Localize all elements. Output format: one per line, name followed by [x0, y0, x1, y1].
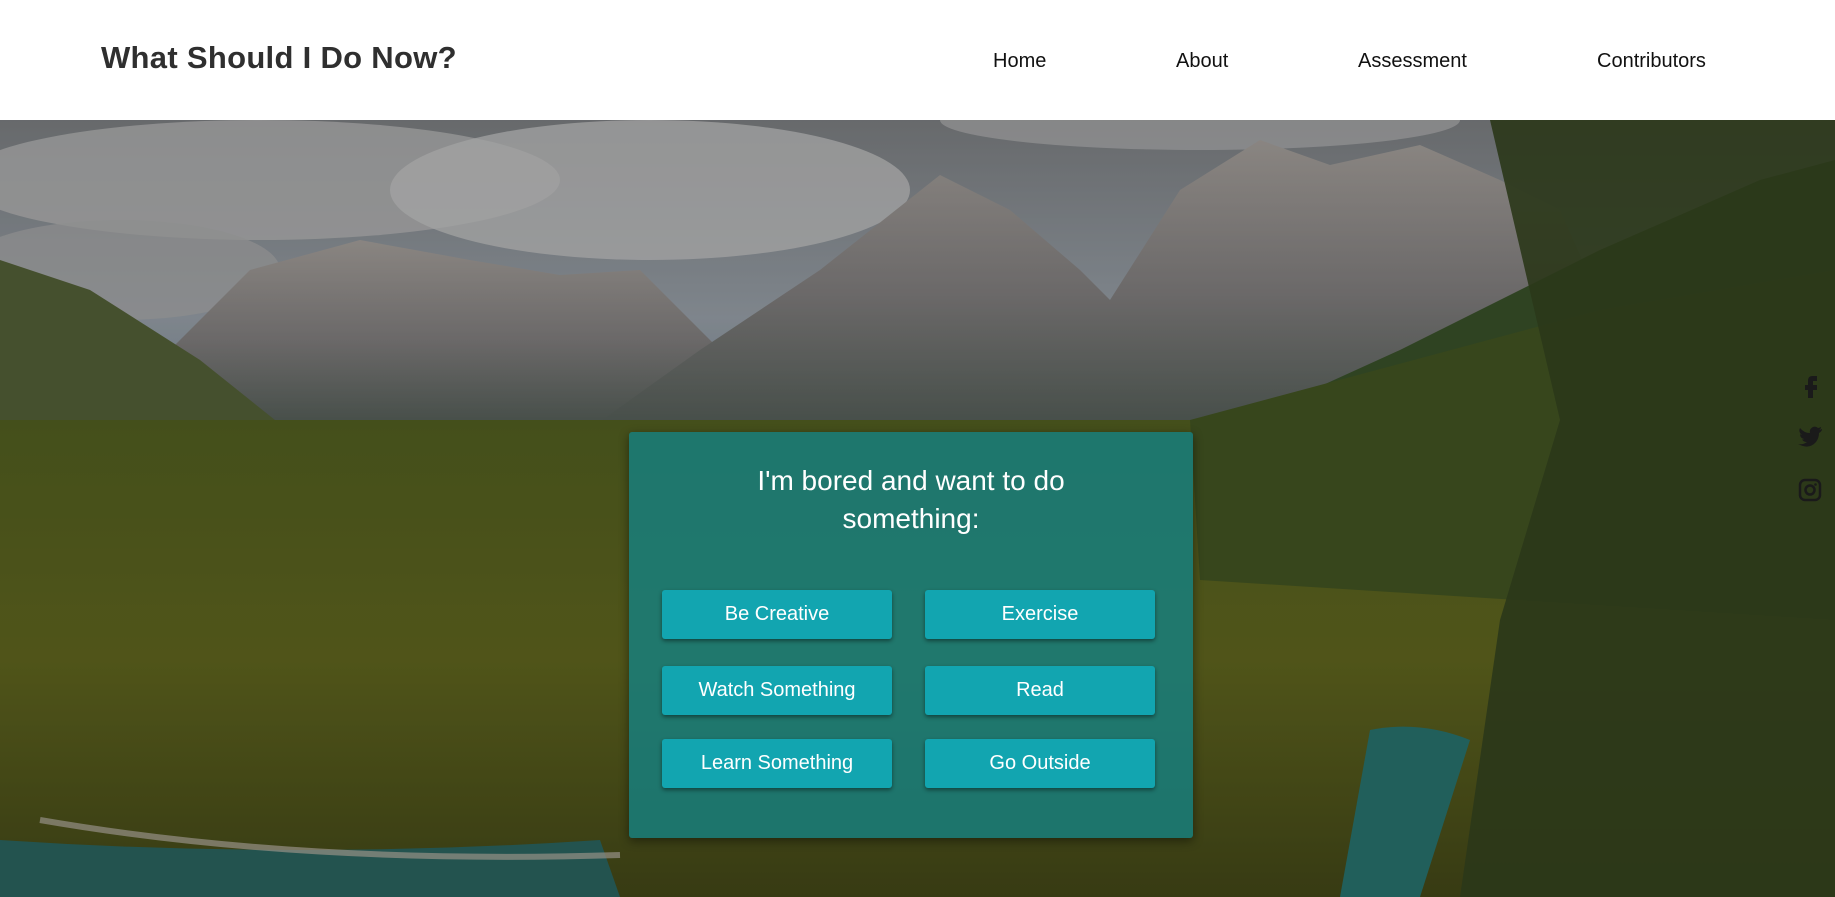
learn-something-button[interactable]: Learn Something [662, 739, 892, 788]
nav-item-about[interactable]: About [1176, 50, 1228, 73]
exercise-button[interactable]: Exercise [925, 590, 1155, 639]
twitter-icon[interactable] [1795, 422, 1825, 452]
site-header: What Should I Do Now? Home About Assessm… [0, 0, 1835, 120]
facebook-icon[interactable] [1795, 370, 1825, 400]
nav-item-assessment[interactable]: Assessment [1358, 50, 1467, 73]
go-outside-button[interactable]: Go Outside [925, 739, 1155, 788]
activity-card: I'm bored and want to do something: Be C… [629, 432, 1193, 838]
card-heading: I'm bored and want to do something: [757, 465, 1065, 534]
be-creative-button[interactable]: Be Creative [662, 590, 892, 639]
main-nav: Home About Assessment Contributors [0, 50, 1835, 78]
nav-item-home[interactable]: Home [993, 50, 1046, 73]
watch-something-button[interactable]: Watch Something [662, 666, 892, 715]
read-button[interactable]: Read [925, 666, 1155, 715]
instagram-icon[interactable] [1795, 475, 1825, 505]
nav-item-contributors[interactable]: Contributors [1597, 50, 1706, 73]
